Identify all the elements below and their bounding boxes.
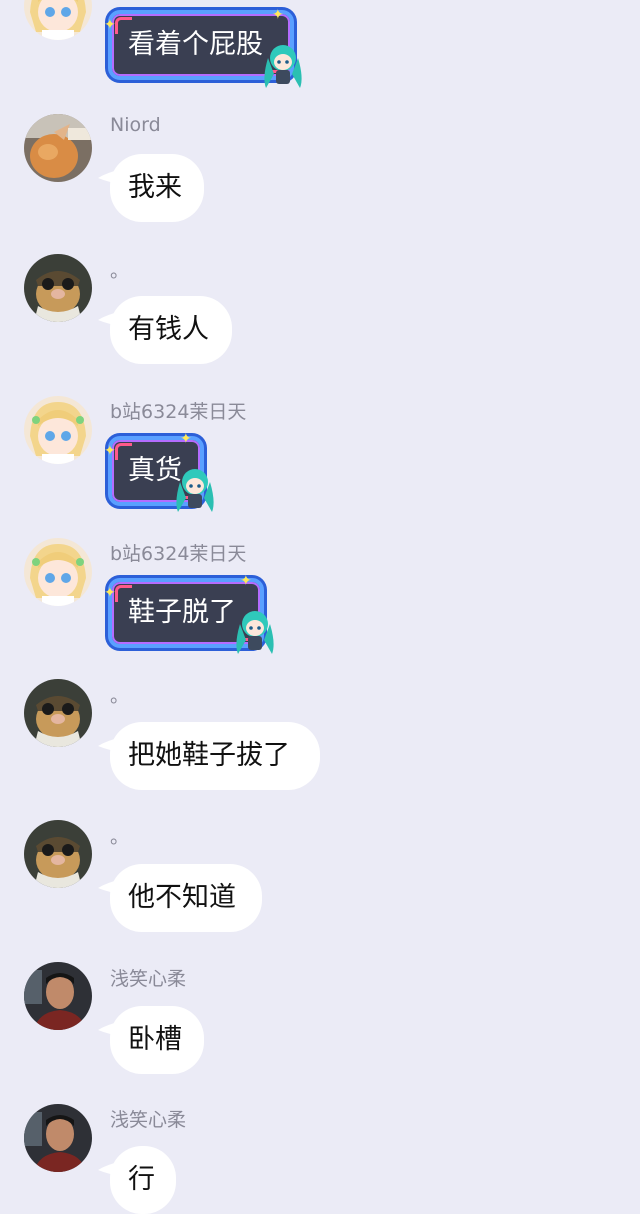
message-text: 卧槽	[128, 1024, 182, 1055]
anime-girl-avatar[interactable]	[24, 0, 92, 40]
man-photo-avatar[interactable]	[24, 962, 92, 1030]
miku-sticker-icon	[230, 604, 280, 656]
message-text: 鞋子脱了	[128, 597, 236, 628]
message-bubble[interactable]: 行	[110, 1146, 176, 1214]
pilot-pig-avatar[interactable]	[24, 254, 92, 322]
bubble-frame-corner	[115, 17, 132, 34]
miku-sticker-icon	[258, 38, 308, 90]
pilot-pig-avatar[interactable]	[24, 820, 92, 888]
anime-girl-avatar[interactable]	[24, 396, 92, 464]
sparkle-icon: ✦	[180, 431, 192, 447]
sparkle-icon: ✦	[240, 573, 252, 589]
sparkle-icon: ✦	[104, 585, 116, 601]
sparkle-icon: ✦	[104, 17, 116, 33]
anime-girl-avatar[interactable]	[24, 538, 92, 606]
sparkle-icon: ✦	[104, 443, 116, 459]
message-text: 他不知道	[128, 882, 236, 913]
sender-name: 。	[110, 685, 130, 707]
message-text: 有钱人	[128, 314, 209, 345]
sender-name: b站6324茉日天	[110, 401, 247, 423]
message-bubble[interactable]: 有钱人	[110, 296, 232, 364]
message-bubble[interactable]: 他不知道	[110, 864, 262, 932]
sender-name: 。	[110, 260, 130, 282]
message-text: 行	[128, 1164, 155, 1195]
pilot-pig-avatar[interactable]	[24, 679, 92, 747]
cat-avatar[interactable]	[24, 114, 92, 182]
sender-name: 浅笑心柔	[110, 968, 187, 990]
message-bubble[interactable]: 我来	[110, 154, 204, 222]
bubble-frame-corner	[115, 585, 132, 602]
man-photo-avatar[interactable]	[24, 1104, 92, 1172]
miku-sticker-icon	[170, 462, 220, 514]
message-text: 把她鞋子拔了	[128, 740, 290, 771]
sender-name: 浅笑心柔	[110, 1109, 187, 1131]
message-bubble[interactable]: 把她鞋子拔了	[110, 722, 320, 790]
sparkle-icon: ✦	[272, 7, 284, 23]
bubble-frame-corner	[115, 443, 132, 460]
message-bubble[interactable]: 卧槽	[110, 1006, 204, 1074]
sender-name: b站6324茉日天	[110, 543, 247, 565]
message-text: 看着个屁股	[128, 29, 263, 60]
message-text: 我来	[128, 172, 182, 203]
sender-name: 。	[110, 826, 130, 848]
sender-name: Niord	[110, 114, 161, 136]
